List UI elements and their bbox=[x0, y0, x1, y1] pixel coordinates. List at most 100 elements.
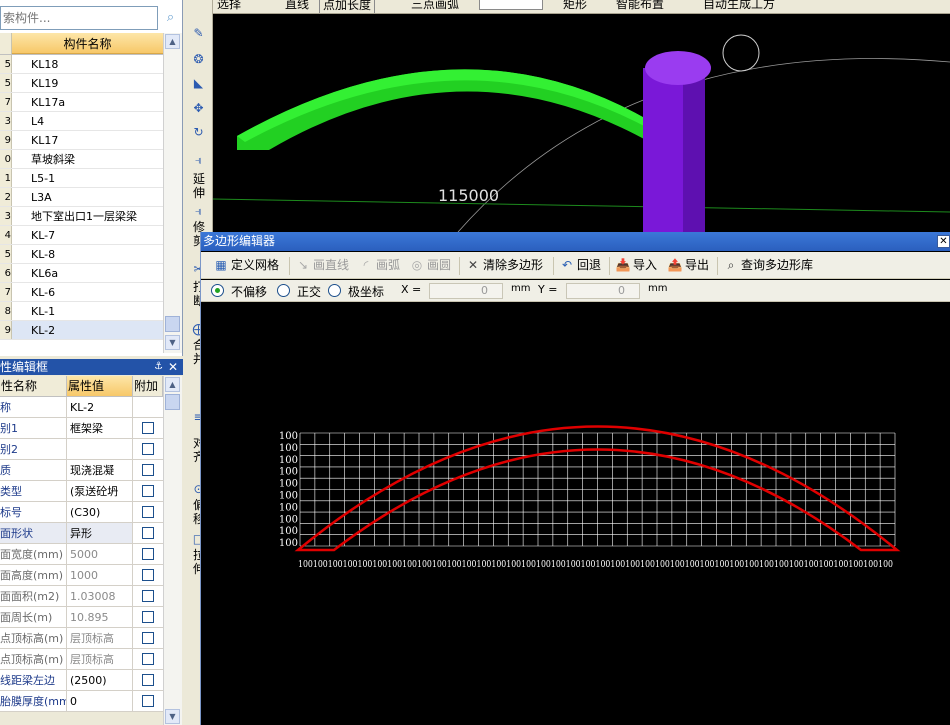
property-value[interactable]: 现浇混凝 bbox=[67, 460, 133, 480]
mirror-icon[interactable]: ◣ bbox=[188, 76, 209, 90]
no-offset-radio[interactable] bbox=[211, 284, 224, 297]
draw-circle-button[interactable]: ◎ 画圆 bbox=[409, 257, 451, 274]
list-item[interactable]: 2 L3A bbox=[0, 188, 163, 207]
search-input[interactable] bbox=[0, 6, 158, 30]
attach-checkbox[interactable] bbox=[142, 506, 154, 518]
list-scrollbar[interactable]: ▲ ▼ bbox=[163, 33, 182, 353]
y-input[interactable]: 0 bbox=[566, 283, 640, 299]
attach-checkbox[interactable] bbox=[142, 527, 154, 539]
list-item[interactable]: 3 地下室出口1一层梁梁 bbox=[0, 207, 163, 226]
attach-checkbox[interactable] bbox=[142, 464, 154, 476]
list-item[interactable]: 6 KL6a bbox=[0, 264, 163, 283]
x-tick-label: 100 bbox=[491, 560, 506, 570]
list-item[interactable]: 8 KL-1 bbox=[0, 302, 163, 321]
property-value[interactable]: 0 bbox=[67, 691, 133, 711]
property-value[interactable]: KL-2 bbox=[67, 397, 133, 417]
arc-dropdown[interactable] bbox=[479, 0, 543, 10]
scroll-thumb[interactable] bbox=[165, 394, 180, 410]
property-value[interactable]: 层顶标高 bbox=[67, 628, 133, 648]
attach-checkbox[interactable] bbox=[142, 632, 154, 644]
list-item[interactable]: 3 L4 bbox=[0, 112, 163, 131]
clear-polygon-button[interactable]: ✕ 清除多边形 bbox=[465, 257, 543, 274]
vertical-label-0[interactable]: 延 bbox=[192, 172, 206, 186]
close-icon[interactable]: ✕ bbox=[168, 359, 178, 375]
property-value[interactable]: (泵送砼坍 bbox=[67, 481, 133, 501]
attach-checkbox[interactable] bbox=[142, 443, 154, 455]
list-item[interactable]: 5 KL18 bbox=[0, 55, 163, 74]
attach-checkbox[interactable] bbox=[142, 674, 154, 686]
list-item[interactable]: 1 L5-1 bbox=[0, 169, 163, 188]
list-item[interactable]: 0 草坡斜梁 bbox=[0, 150, 163, 169]
x-input[interactable]: 0 bbox=[429, 283, 503, 299]
property-value[interactable]: (2500) bbox=[67, 670, 133, 690]
polygon-grid[interactable]: 100100100100100100100100100100100 100 100 1… bbox=[201, 303, 950, 725]
property-scrollbar[interactable]: ▲ ▼ bbox=[163, 376, 182, 725]
property-value[interactable]: 5000 bbox=[67, 544, 133, 564]
vertical-label-1[interactable]: 伸 bbox=[192, 186, 206, 200]
property-value[interactable]: 层顶标高 bbox=[67, 649, 133, 669]
close-icon[interactable]: ✕ bbox=[937, 235, 950, 248]
node-icon[interactable]: ❂ bbox=[188, 52, 209, 66]
pin-icon[interactable]: ⚓ bbox=[154, 359, 163, 375]
attach-checkbox[interactable] bbox=[142, 422, 154, 434]
line-tool[interactable]: 直线 bbox=[285, 0, 309, 12]
list-item[interactable]: 5 KL19 bbox=[0, 74, 163, 93]
no-offset-label[interactable]: 不偏移 bbox=[231, 283, 267, 300]
import-button[interactable]: 📥 导入 bbox=[615, 257, 658, 274]
attach-checkbox[interactable] bbox=[142, 695, 154, 707]
property-attach-cell bbox=[133, 502, 163, 522]
orthogonal-label[interactable]: 正交 bbox=[297, 283, 321, 300]
undo-button[interactable]: ↶ 回退 bbox=[559, 257, 601, 274]
pen-icon[interactable]: ✎ bbox=[188, 26, 209, 40]
list-item[interactable]: 7 KL-6 bbox=[0, 283, 163, 302]
three-point-arc-tool[interactable]: 三点画弧 bbox=[411, 0, 459, 12]
move-icon[interactable]: ✥ bbox=[188, 101, 209, 115]
attach-checkbox[interactable] bbox=[142, 611, 154, 623]
query-library-button[interactable]: ⌕ 查询多边形库 bbox=[723, 257, 813, 274]
polar-radio[interactable] bbox=[328, 284, 341, 297]
scroll-down-icon[interactable]: ▼ bbox=[165, 335, 180, 350]
property-value[interactable]: 10.895 bbox=[67, 607, 133, 627]
draw-arc-button[interactable]: ◜ 画弧 bbox=[358, 257, 400, 274]
property-value[interactable]: 异形 bbox=[67, 523, 133, 543]
trim-icon[interactable]: ⫣ bbox=[188, 204, 209, 219]
attach-checkbox[interactable] bbox=[142, 548, 154, 560]
point-length-tool[interactable]: 点加长度 bbox=[319, 0, 376, 13]
property-value[interactable]: 1.03008 bbox=[67, 586, 133, 606]
scroll-thumb[interactable] bbox=[165, 316, 180, 332]
scroll-up-icon[interactable]: ▲ bbox=[165, 377, 180, 392]
property-value[interactable] bbox=[67, 439, 133, 459]
property-panel-title: 性编辑框 ⚓ ✕ bbox=[0, 359, 183, 375]
extend-icon[interactable]: ⫣ bbox=[188, 153, 209, 168]
search-icon[interactable]: ⌕ bbox=[160, 6, 181, 30]
property-value[interactable]: 1000 bbox=[67, 565, 133, 585]
list-item[interactable]: 7 KL17a bbox=[0, 93, 163, 112]
orthogonal-radio[interactable] bbox=[277, 284, 290, 297]
property-value[interactable]: (C30) bbox=[67, 502, 133, 522]
polar-label[interactable]: 极坐标 bbox=[348, 283, 384, 300]
property-name: 面面积(m2) bbox=[0, 586, 67, 606]
scroll-up-icon[interactable]: ▲ bbox=[165, 34, 180, 49]
attach-checkbox[interactable] bbox=[142, 590, 154, 602]
list-item[interactable]: 9 KL-2 bbox=[0, 321, 163, 340]
editor-titlebar[interactable]: 多边形编辑器 ✕ bbox=[201, 232, 950, 251]
attach-checkbox[interactable] bbox=[142, 653, 154, 665]
select-tool[interactable]: 选择 bbox=[217, 0, 241, 12]
define-grid-button[interactable]: ▦ 定义网格 bbox=[213, 257, 279, 274]
3d-viewport[interactable]: 115000 bbox=[213, 14, 950, 232]
auto-generate-tool[interactable]: 自动生成工方 bbox=[703, 0, 775, 12]
list-item[interactable]: 5 KL-8 bbox=[0, 245, 163, 264]
polygon-canvas[interactable]: 100 100 100 100 100 100 100 100 100 100 100 100 100 1… bbox=[201, 303, 950, 725]
draw-line-button[interactable]: ↘ 画直线 bbox=[295, 257, 349, 274]
list-item[interactable]: 4 KL-7 bbox=[0, 226, 163, 245]
attach-checkbox[interactable] bbox=[142, 569, 154, 581]
list-item[interactable]: 9 KL17 bbox=[0, 131, 163, 150]
scroll-down-icon[interactable]: ▼ bbox=[165, 709, 180, 724]
component-name-header[interactable]: 构件名称 bbox=[12, 33, 163, 54]
property-value[interactable]: 框架梁 bbox=[67, 418, 133, 438]
attach-checkbox[interactable] bbox=[142, 485, 154, 497]
smart-layout-tool[interactable]: 智能布置 bbox=[616, 0, 664, 12]
export-button[interactable]: 📤 导出 bbox=[667, 257, 710, 274]
rectangle-tool[interactable]: 矩形 bbox=[563, 0, 587, 12]
rotate-icon[interactable]: ↻ bbox=[188, 125, 209, 139]
